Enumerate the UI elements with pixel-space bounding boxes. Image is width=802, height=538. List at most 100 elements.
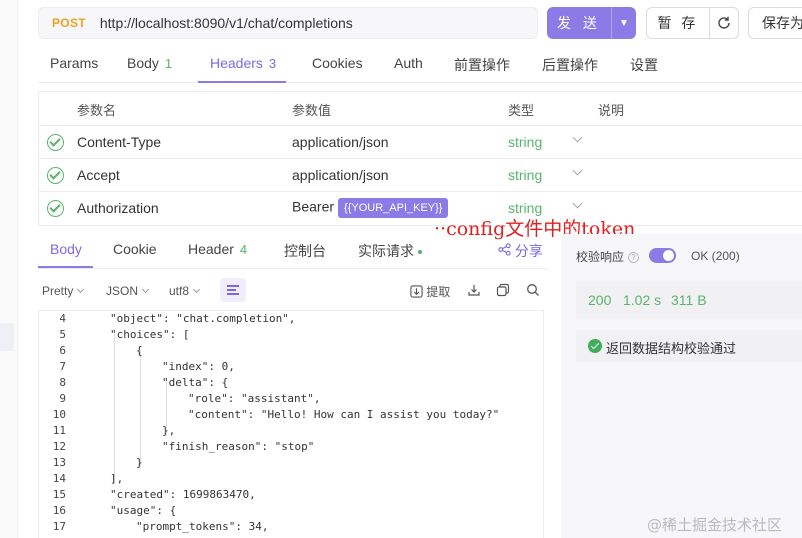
tab-response-header[interactable]: Header 4: [188, 241, 247, 257]
code-line: 15 "created": 1699863470,: [38, 487, 544, 503]
code-line: 11},: [38, 423, 544, 439]
code-line: 8 "delta": {: [38, 375, 544, 391]
help-icon[interactable]: ?: [628, 252, 640, 263]
tab-count: 3: [268, 56, 277, 71]
tab-response-cookie[interactable]: Cookie: [113, 241, 157, 257]
table-row[interactable]: Accept application/json string: [39, 158, 802, 191]
encoding-select[interactable]: utf8: [169, 284, 201, 298]
header-value[interactable]: application/json: [292, 167, 389, 183]
share-icon: [498, 243, 511, 259]
search-icon[interactable]: [526, 283, 540, 297]
code-line: 6{: [38, 343, 544, 359]
line-number: 10: [52, 408, 66, 421]
tab-settings[interactable]: 设置: [630, 55, 658, 75]
line-number: 4: [59, 312, 66, 325]
code-line: 12 "finish_reason": "stop": [38, 439, 544, 455]
code-text: ],: [110, 472, 124, 485]
code-text: },: [162, 424, 176, 437]
code-line: 4 "object": "chat.completion",: [38, 311, 544, 327]
column-header-description: 说明: [598, 103, 625, 118]
api-key-variable-tag[interactable]: {{YOUR_API_KEY}}: [338, 198, 449, 218]
tab-response-body[interactable]: Body: [50, 241, 82, 257]
checkbox-checked-icon[interactable]: [47, 134, 64, 151]
line-number: 17: [52, 520, 66, 533]
line-number: 11: [52, 424, 66, 437]
chevron-down-icon: [77, 285, 85, 294]
response-tabs: Body Cookie Header 4 控制台 实际请求: [38, 234, 548, 268]
header-name[interactable]: Accept: [77, 167, 120, 183]
tab-actual-request[interactable]: 实际请求: [358, 241, 422, 261]
share-label: 分享: [514, 243, 543, 259]
download-icon[interactable]: [467, 283, 481, 297]
header-value[interactable]: Bearer {{YOUR_API_KEY}}: [292, 198, 449, 218]
tab-body[interactable]: Body 1: [127, 55, 172, 71]
checkbox-checked-icon[interactable]: [47, 167, 64, 184]
copy-icon[interactable]: [496, 283, 510, 297]
chevron-down-icon[interactable]: [572, 165, 583, 176]
code-text: "prompt_tokens": 34,: [136, 520, 269, 533]
code-text: "usage": {: [110, 504, 177, 517]
header-name[interactable]: Content-Type: [77, 134, 161, 150]
header-type[interactable]: string: [508, 167, 542, 183]
http-method[interactable]: POST: [52, 16, 86, 30]
share-button[interactable]: 分享: [498, 241, 543, 261]
response-status: OK (200): [691, 249, 740, 263]
tab-console[interactable]: 控制台: [284, 241, 326, 261]
validate-toggle[interactable]: [649, 248, 676, 263]
tab-post-actions[interactable]: 后置操作: [542, 55, 598, 75]
table-header: 参数名 参数值 类型 说明: [39, 92, 802, 125]
line-number: 8: [59, 376, 66, 389]
chevron-down-icon[interactable]: [572, 132, 583, 143]
table-row[interactable]: Authorization Bearer {{YOUR_API_KEY}} str…: [39, 191, 802, 224]
status-dot: [418, 250, 422, 255]
code-line: 16 "usage": {: [38, 503, 544, 519]
tab-count: 1: [164, 56, 173, 71]
header-name[interactable]: Authorization: [77, 200, 159, 216]
code-text: }: [136, 456, 143, 469]
line-number: 13: [52, 456, 66, 469]
code-text: "object": "chat.completion",: [110, 312, 296, 325]
chevron-down-icon: [141, 285, 150, 294]
tab-pre-actions[interactable]: 前置操作: [454, 55, 510, 75]
column-header-type: 类型: [508, 103, 535, 118]
tab-params[interactable]: Params: [50, 55, 98, 71]
refresh-icon[interactable]: [709, 7, 739, 39]
chevron-down-icon[interactable]: ▼: [612, 18, 636, 29]
active-tab-indicator: [198, 81, 286, 83]
header-type[interactable]: string: [508, 134, 542, 150]
tab-auth[interactable]: Auth: [394, 55, 423, 71]
validate-response-label: 校验响应?: [576, 248, 640, 265]
line-number: 5: [59, 328, 66, 341]
code-text: {: [136, 344, 143, 357]
code-text: "role": "assistant",: [188, 392, 321, 405]
format-select[interactable]: JSON: [106, 284, 150, 298]
url-bar[interactable]: POST http://localhost:8090/v1/chat/compl…: [38, 7, 538, 39]
url-input[interactable]: http://localhost:8090/v1/chat/completion…: [100, 15, 353, 31]
tab-headers[interactable]: Headers 3: [210, 55, 276, 71]
checkbox-checked-icon[interactable]: [47, 200, 64, 217]
format-wrap-icon[interactable]: [220, 278, 246, 302]
tab-count: 4: [239, 242, 248, 257]
save-temp-button[interactable]: 暂 存: [646, 7, 710, 39]
line-number: 12: [52, 440, 66, 453]
line-number: 7: [59, 360, 66, 373]
response-time: 1.02 s: [623, 292, 662, 308]
watermark: @稀土掘金技术社区: [647, 516, 783, 534]
headers-table: 参数名 参数值 类型 说明 Content-Type application/j…: [38, 91, 802, 226]
code-line: 7 "index": 0,: [38, 359, 544, 375]
save-as-button[interactable]: 保存为: [748, 7, 802, 39]
code-line: 13}: [38, 455, 544, 471]
extract-button[interactable]: 提取: [410, 283, 450, 300]
extract-icon: [410, 285, 423, 299]
code-line: 9 "role": "assistant",: [38, 391, 544, 407]
send-button[interactable]: 发 送 ▼: [547, 7, 636, 39]
view-mode-select[interactable]: Pretty: [42, 284, 85, 298]
chevron-down-icon[interactable]: [572, 198, 583, 209]
code-line: 10 "content": "Hello! How can I assist yo…: [38, 407, 544, 423]
divider: [38, 268, 548, 269]
code-line: 17 "prompt_tokens": 34,: [38, 519, 544, 535]
line-number: 15: [52, 488, 66, 501]
header-value[interactable]: application/json: [292, 134, 389, 150]
table-row[interactable]: Content-Type application/json string: [39, 125, 802, 158]
tab-cookies[interactable]: Cookies: [312, 55, 363, 71]
